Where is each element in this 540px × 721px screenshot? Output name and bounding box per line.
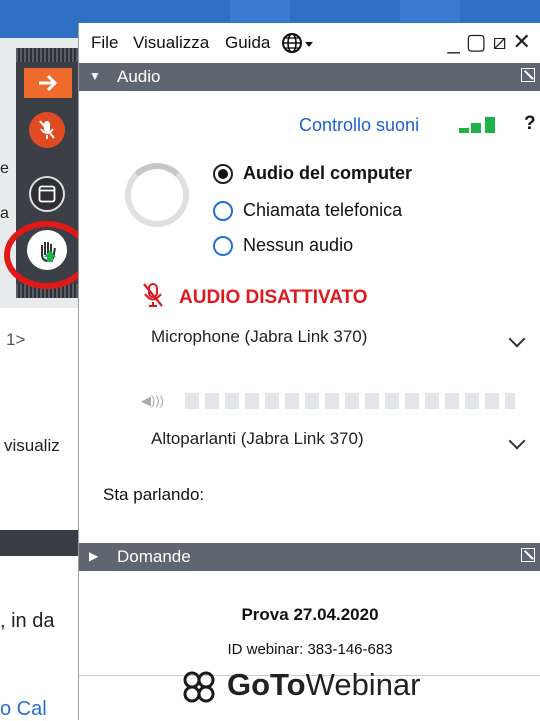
radio-empty-icon[interactable] [213, 236, 233, 256]
microphone-select[interactable]: Microphone (Jabra Link 370) [151, 327, 531, 359]
menu-help[interactable]: Guida [225, 33, 270, 53]
collapse-panel-button[interactable] [24, 68, 72, 98]
language-menu[interactable] [281, 31, 317, 60]
toolbar-grip[interactable] [16, 48, 78, 62]
questions-section-title: Domande [117, 547, 191, 566]
globe-icon [282, 33, 313, 53]
audio-section-title: Audio [117, 67, 161, 86]
webinar-id: ID webinar: 383-146-683 [227, 641, 393, 658]
arrow-right-icon [39, 74, 58, 92]
microphone-muted-icon [141, 281, 165, 314]
microphone-select-value: Microphone (Jabra Link 370) [151, 327, 368, 346]
webinar-title: Prova 27.04.2020 [241, 605, 379, 624]
background-text: a [0, 205, 9, 222]
menu-view[interactable]: Visualizza [133, 33, 209, 53]
speaker-icon: ◀))) [141, 393, 164, 408]
chevron-down-icon [508, 432, 526, 450]
popout-icon[interactable] [521, 548, 535, 562]
gotowebinar-panel: File Visualizza Guida _▢⧄✕ ▼ Audio Contr… [78, 23, 540, 720]
speaking-label: Sta parlando: [103, 485, 205, 504]
screen-share-button[interactable] [29, 176, 65, 212]
sound-check-link[interactable]: Controllo suoni [299, 115, 419, 136]
speaker-select[interactable]: Altoparlanti (Jabra Link 370) [151, 429, 531, 461]
background-text: 1> [6, 330, 26, 349]
signal-bars-icon [459, 115, 499, 133]
audio-muted-label: AUDIO DISATTIVATO [179, 287, 368, 308]
radio-empty-icon[interactable] [213, 201, 233, 221]
background-link[interactable]: o Cal [0, 698, 47, 721]
menu-file[interactable]: File [91, 33, 118, 53]
popout-icon[interactable] [521, 68, 535, 82]
triangle-down-icon: ▼ [89, 69, 101, 83]
questions-section-header[interactable]: ▶ Domande [79, 543, 540, 571]
microphone-muted-icon [39, 120, 55, 139]
background-text: e [0, 160, 9, 177]
loading-spinner-icon [125, 163, 189, 227]
speaker-select-value: Altoparlanti (Jabra Link 370) [151, 429, 364, 448]
menu-bar: File Visualizza Guida _▢⧄✕ [79, 23, 540, 63]
mute-microphone-button[interactable] [29, 112, 65, 148]
chevron-down-icon [508, 330, 526, 348]
background-text: , in da [0, 610, 55, 632]
gotowebinar-wordmark: GoToWebinar [227, 667, 421, 702]
gotowebinar-logo-icon [177, 665, 221, 714]
background-dark-bar [0, 530, 80, 556]
triangle-right-icon: ▶ [89, 549, 99, 563]
help-icon[interactable]: ? [524, 113, 536, 135]
radio-selected-icon[interactable] [213, 164, 233, 184]
window-icon [38, 185, 56, 203]
background-text: visualiz [4, 436, 60, 455]
volume-level-meter [185, 393, 515, 409]
window-controls[interactable]: _▢⧄✕ [448, 29, 537, 55]
audio-section-header[interactable]: ▼ Audio [79, 63, 540, 91]
